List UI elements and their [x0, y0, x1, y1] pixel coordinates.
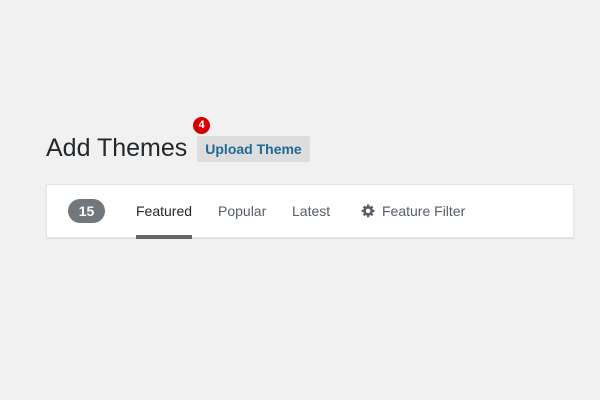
- notification-badge: 4: [193, 117, 210, 134]
- feature-filter-label: Feature Filter: [382, 203, 466, 219]
- tab-popular[interactable]: Popular: [218, 185, 266, 238]
- theme-count-badge: 15: [68, 199, 105, 223]
- feature-filter-button[interactable]: Feature Filter: [361, 185, 465, 237]
- upload-theme-button[interactable]: Upload Theme: [197, 136, 310, 162]
- page: Add Themes Upload Theme 4 15 Featured Po…: [0, 0, 600, 400]
- theme-filter-bar: 15 Featured Popular Latest Feature Filte…: [46, 184, 574, 239]
- page-title: Add Themes: [46, 134, 188, 162]
- tab-featured[interactable]: Featured: [136, 185, 193, 239]
- gear-icon: [361, 204, 375, 218]
- tab-latest[interactable]: Latest: [292, 185, 330, 238]
